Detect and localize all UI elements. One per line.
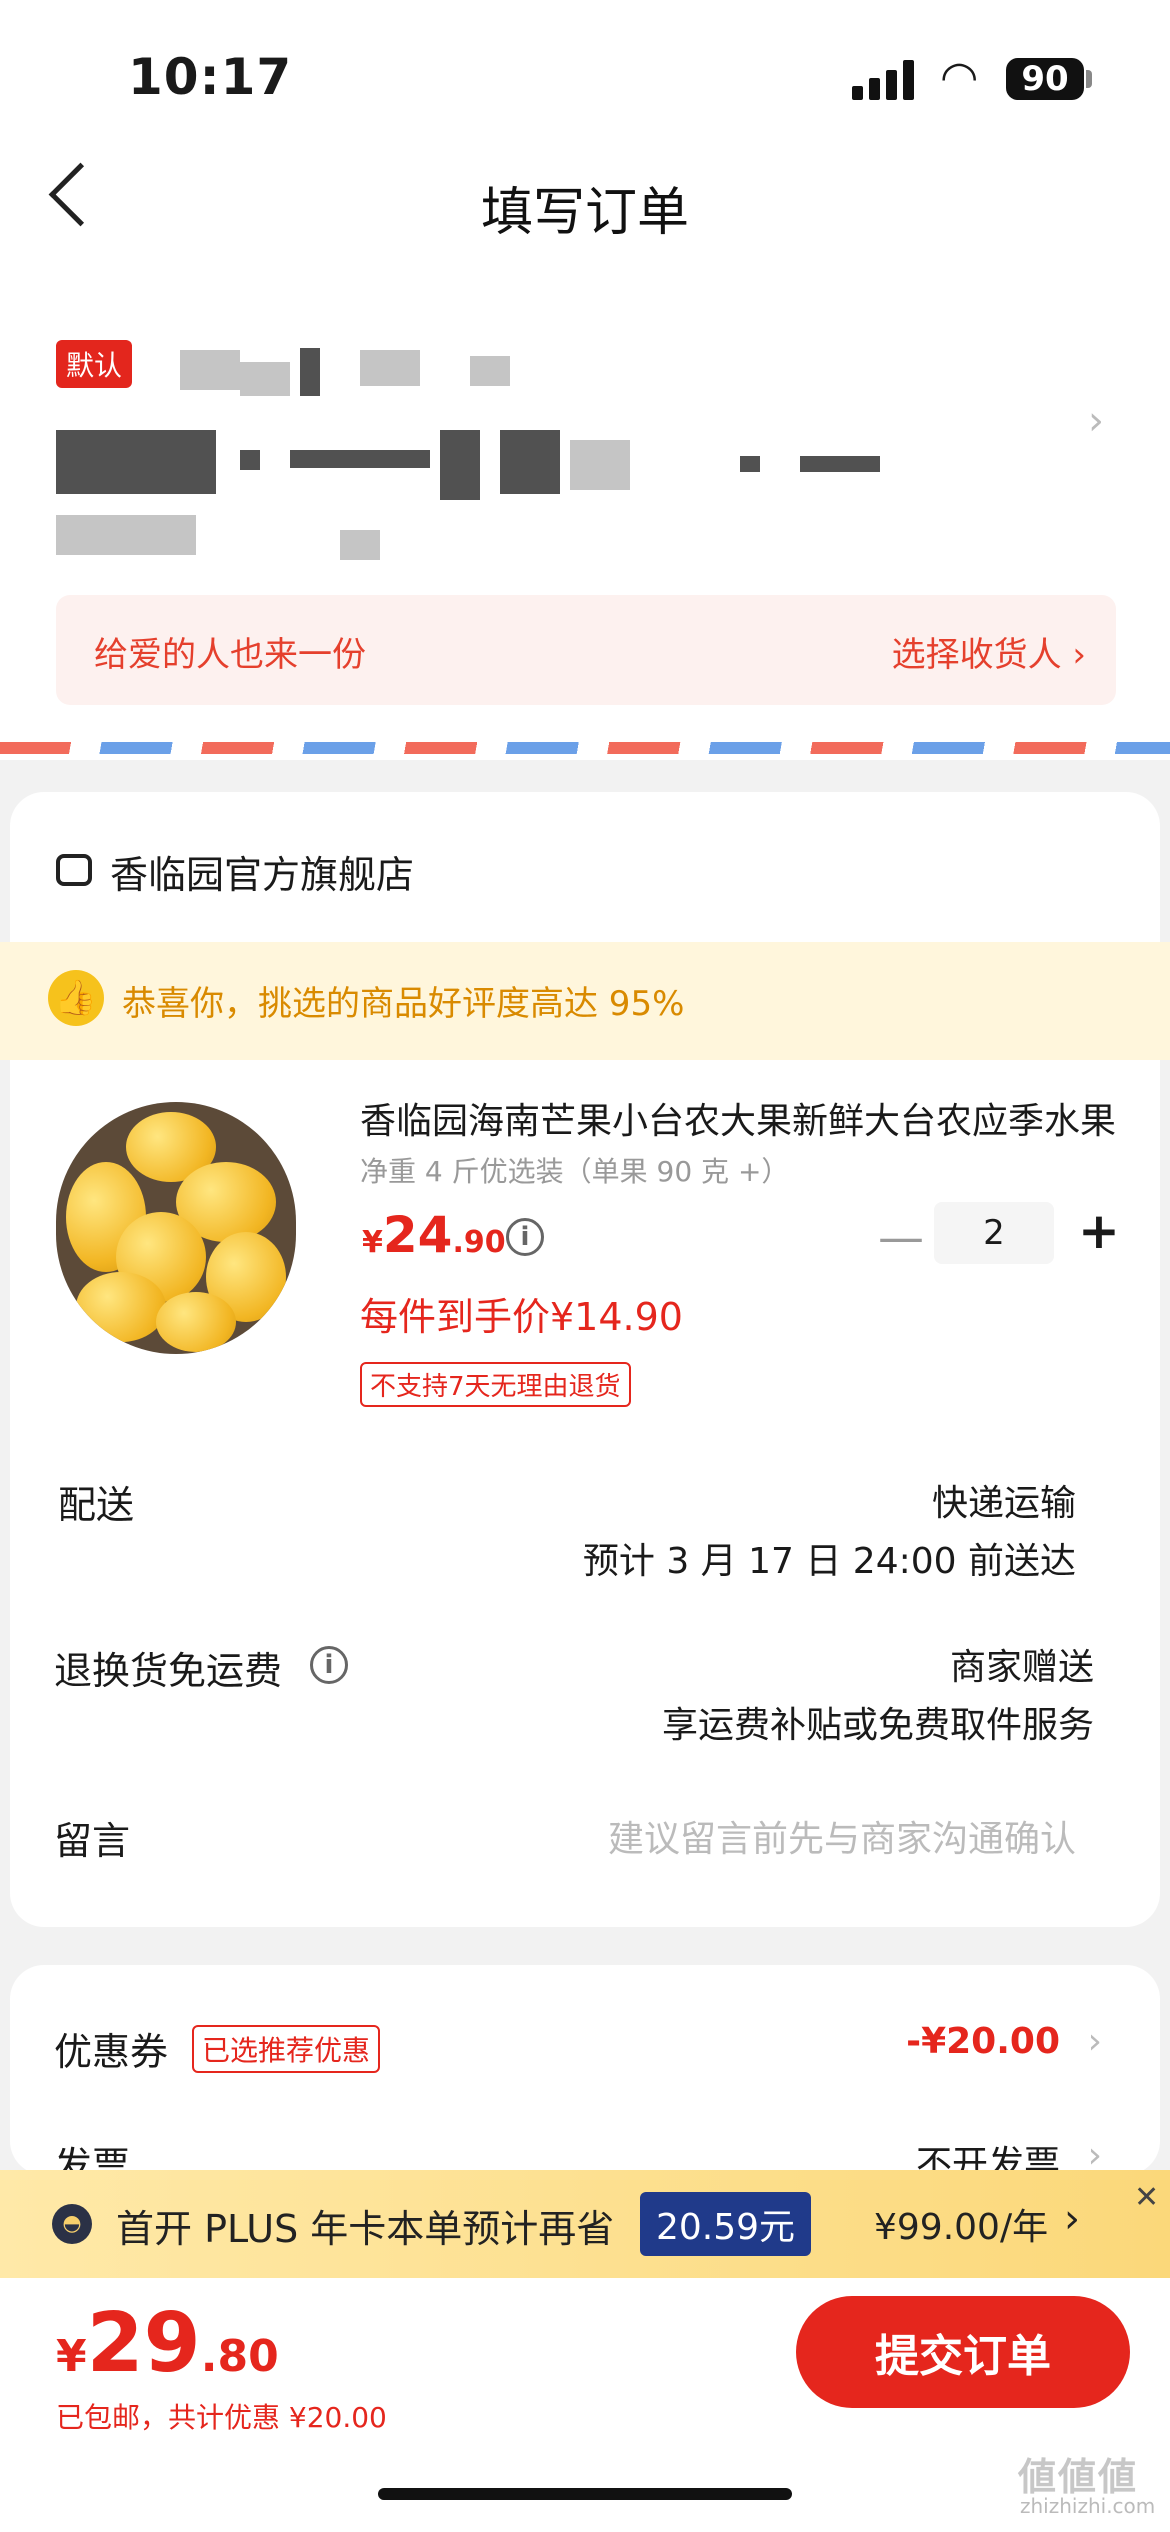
close-icon[interactable]: ✕ (1134, 2180, 1159, 2215)
redacted-address (740, 456, 760, 472)
plus-promo-text: 首开 PLUS 年卡本单预计再省 (116, 2207, 615, 2251)
watermark-site: zhizhizhi.com (1020, 2494, 1156, 2518)
info-icon[interactable]: i (506, 1218, 544, 1256)
choose-receiver-link[interactable]: 选择收货人 › (892, 627, 1086, 676)
battery-icon: 90 (1006, 58, 1084, 100)
plus-annual-price: ¥99.00/年 (874, 2207, 1049, 2248)
checkout-bar: ¥29.80 已包邮，共计优惠 ¥20.00 提交订单 値値値 zhizhizh… (0, 2278, 1170, 2532)
return-policy-tag: 不支持7天无理由退货 (360, 1362, 631, 1407)
plus-savings-amount: 20.59元 (640, 2192, 812, 2256)
chevron-right-icon[interactable]: › (1088, 2135, 1102, 2175)
deal-price: 每件到手价¥14.90 (360, 1295, 683, 1339)
total-symbol: ¥ (56, 2331, 87, 2382)
redacted-address (240, 450, 260, 470)
redacted-address (240, 362, 290, 396)
total-integer: 29 (86, 2296, 201, 2391)
store-name[interactable]: 香临园官方旗舰店 (110, 844, 414, 899)
discounts-card: 优惠券 已选推荐优惠 -¥20.00 › 发票 不开发票 › (10, 1965, 1160, 2175)
delivery-eta[interactable]: 预计 3 月 17 日 24:00 前送达 (583, 1532, 1076, 1584)
gift-text: 给爱的人也来一份 (94, 635, 366, 675)
return-shipping-detail: 享运费补贴或免费取件服务 (661, 1705, 1094, 1746)
product-spec[interactable]: 净重 4 斤优选装（单果 90 克 +） (360, 1150, 789, 1190)
message-label: 留言 (54, 1819, 131, 1863)
redacted-address (440, 430, 480, 500)
coupon-label: 优惠券 (54, 2030, 169, 2074)
price-decimal: .90 (452, 1225, 506, 1260)
signal-icon (852, 58, 914, 100)
redacted-address (56, 515, 196, 555)
invoice-value[interactable]: 不开发票 (916, 2135, 1060, 2175)
submit-order-button[interactable]: 提交订单 (796, 2296, 1130, 2408)
rating-banner: 👍 恭喜你，挑选的商品好评度高达 95% (0, 942, 1170, 1060)
price-integer: 24 (382, 1206, 453, 1264)
invoice-label: 发票 (54, 2144, 131, 2175)
total-price: ¥29.80 (56, 2296, 279, 2391)
product-name[interactable]: 香临园海南芒果小台农大果新鲜大台农应季水果 (360, 1092, 1130, 1144)
plus-icon: ◓ (52, 2204, 92, 2244)
address-section[interactable]: 默认 › 给爱的人也来一份 选择收货人 › (0, 290, 1170, 760)
increase-quantity-button[interactable]: + (1078, 1202, 1120, 1260)
delivery-method[interactable]: 快递运输 (932, 1474, 1076, 1526)
redacted-address (300, 348, 320, 396)
home-indicator[interactable] (378, 2488, 792, 2500)
redacted-address (56, 430, 216, 494)
coupon-value[interactable]: -¥20.00 (906, 2021, 1060, 2062)
redacted-address (360, 350, 420, 386)
total-summary: 已包邮，共计优惠 ¥20.00 (56, 2401, 387, 2434)
coupon-tag: 已选推荐优惠 (192, 2025, 381, 2073)
chevron-right-icon[interactable]: › (1064, 2196, 1080, 2242)
rating-banner-text: 恭喜你，挑选的商品好评度高达 95% (122, 984, 685, 1024)
default-badge: 默认 (56, 340, 133, 388)
return-shipping-value: 商家赠送 (949, 1647, 1094, 1688)
redacted-address (570, 440, 630, 490)
thumbs-up-icon: 👍 (48, 970, 104, 1026)
total-decimal: .80 (200, 2331, 279, 2382)
product-price: ¥24.90 (362, 1206, 506, 1264)
wifi-icon: ◠ (940, 52, 979, 103)
page-title: 填写订单 (480, 183, 689, 243)
store-card: 香临园官方旗舰店 👍 恭喜你，挑选的商品好评度高达 95% 香临园海南芒果小台农… (0, 792, 1170, 1927)
redacted-address (340, 530, 380, 560)
status-time: 10:17 (128, 48, 293, 106)
decrease-quantity-button[interactable]: — (878, 1210, 924, 1264)
store-icon (56, 854, 92, 886)
redacted-address (180, 350, 240, 390)
top-header: 10:17 ◠ 90 填写订单 (0, 0, 1170, 290)
product-image[interactable] (56, 1102, 296, 1354)
watermark-logo: 値値値 (1018, 2455, 1139, 2499)
info-icon[interactable]: i (310, 1646, 348, 1684)
delivery-label: 配送 (58, 1483, 135, 1527)
price-symbol: ¥ (362, 1225, 383, 1260)
battery-tip (1086, 70, 1092, 88)
chevron-right-icon[interactable]: › (1088, 398, 1104, 444)
gift-order-banner[interactable]: 给爱的人也来一份 选择收货人 › (56, 595, 1116, 705)
redacted-address (500, 430, 560, 494)
redacted-address (290, 450, 430, 468)
plus-promo-bar[interactable]: ◓ 首开 PLUS 年卡本单预计再省 20.59元 ¥99.00/年 › ✕ (0, 2170, 1170, 2278)
chevron-right-icon[interactable]: › (1088, 2021, 1102, 2062)
redacted-address (800, 456, 880, 472)
return-shipping-label: 退换货免运费 (54, 1649, 283, 1693)
message-input[interactable]: 建议留言前先与商家沟通确认 (608, 1810, 1076, 1862)
quantity-field[interactable]: 2 (934, 1202, 1054, 1264)
redacted-address (470, 356, 510, 386)
airmail-border (0, 742, 1170, 754)
